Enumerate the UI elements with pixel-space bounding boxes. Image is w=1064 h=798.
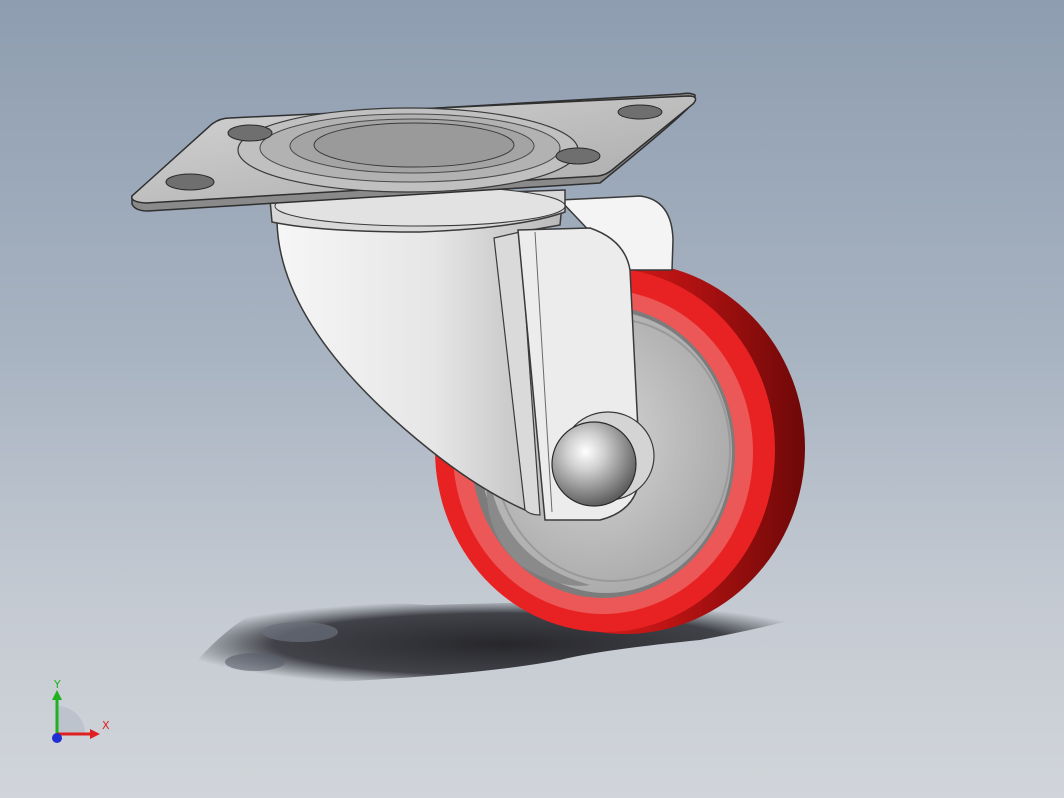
x-axis-label: X — [102, 719, 110, 732]
graphics-viewport[interactable]: Y X — [0, 0, 1064, 798]
caster-wheel-model[interactable] — [0, 0, 1064, 798]
mounting-hole — [555, 147, 601, 165]
mounting-hole — [617, 104, 663, 120]
triad-plane — [57, 706, 85, 734]
y-axis-label: Y — [53, 678, 61, 691]
mounting-hole — [165, 173, 215, 191]
floor-shadow — [175, 600, 835, 689]
top-plate[interactable] — [131, 92, 697, 212]
mounting-hole — [227, 124, 273, 142]
view-orientation-triad[interactable]: Y X — [40, 676, 120, 756]
z-axis-arrow — [52, 733, 62, 743]
